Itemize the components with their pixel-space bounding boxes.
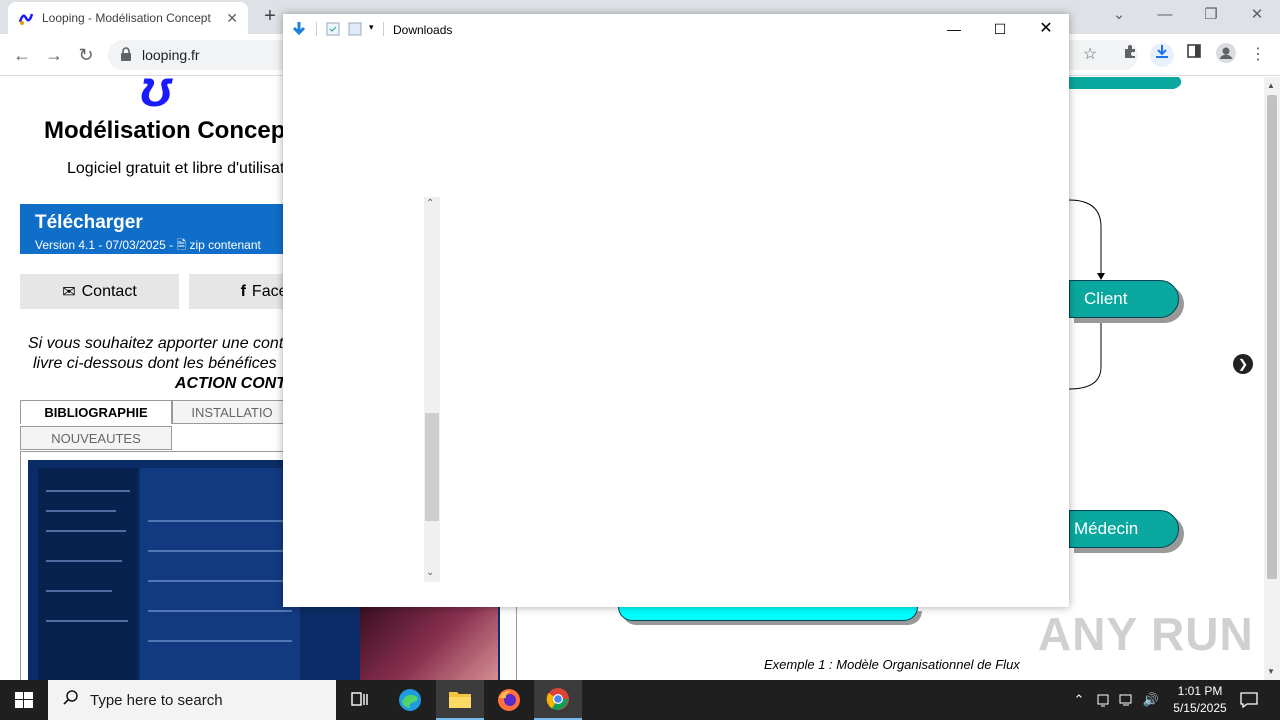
book-front-cover	[360, 607, 498, 680]
book-summary-panel	[38, 468, 138, 680]
reload-icon[interactable]: ↻	[74, 43, 98, 67]
scroll-thumb[interactable]	[1267, 95, 1277, 579]
downloads-arrow-icon	[291, 21, 307, 42]
chrome-icon[interactable]	[534, 680, 582, 720]
new-tab-button[interactable]: +	[258, 4, 282, 28]
edge-browser-icon[interactable]	[386, 680, 434, 720]
explorer-title: Downloads	[393, 23, 453, 37]
book-description-panel	[140, 468, 300, 680]
tab-bibliographie[interactable]: BIBLIOGRAPHIE	[20, 400, 172, 424]
facebook-icon: f	[240, 282, 246, 300]
explorer-scroll-thumb[interactable]	[425, 413, 439, 521]
tab-search-button[interactable]: ⌄	[1096, 0, 1142, 30]
url-text: looping.fr	[142, 47, 200, 63]
taskbar-clock[interactable]: 1:01 PM 5/15/2025	[1160, 683, 1240, 717]
explorer-maximize-button[interactable]: ☐	[977, 14, 1023, 44]
download-version: Version 4.1 - 07/03/2025 -	[35, 238, 174, 252]
carousel-next-icon[interactable]: ❯	[1233, 354, 1253, 374]
page-scrollbar[interactable]: ▲ ▼	[1264, 77, 1280, 680]
tab-close-icon[interactable]: ✕	[226, 10, 238, 27]
browser-minimize-button[interactable]: —	[1142, 0, 1188, 30]
downloads-explorer-window[interactable]: ▾ Downloads — ☐ ✕ ⌃ ⌄	[283, 14, 1069, 607]
looping-favicon-icon	[18, 10, 34, 26]
explorer-scroll-up-icon[interactable]: ⌃	[426, 198, 434, 209]
new-folder-icon[interactable]	[348, 22, 362, 41]
notifications-icon[interactable]	[1234, 680, 1264, 720]
diagram-caption: Exemple 1 : Modèle Organisationnel de Fl…	[764, 657, 1020, 672]
side-panel-icon[interactable]	[1182, 43, 1206, 67]
explorer-scroll-down-icon[interactable]: ⌄	[426, 567, 434, 578]
diagram-node-bottom	[618, 607, 918, 621]
search-icon	[62, 689, 80, 711]
browser-tab-looping[interactable]: Looping - Modélisation Concept ✕	[8, 2, 248, 34]
properties-icon[interactable]	[326, 22, 340, 41]
task-view-icon[interactable]	[336, 680, 384, 720]
diagram-node-client: Client	[1069, 280, 1179, 318]
forward-arrow-icon[interactable]: →	[42, 43, 66, 67]
contact-button[interactable]: ✉ Contact	[20, 274, 179, 309]
profile-avatar-icon[interactable]	[1214, 43, 1238, 67]
taskbar-search-box[interactable]: Type here to search	[48, 680, 336, 720]
tab-nouveautes[interactable]: NOUVEAUTES	[20, 426, 172, 450]
envelope-icon: ✉	[62, 283, 76, 301]
tab-installation[interactable]: INSTALLATIO	[172, 400, 292, 424]
start-button[interactable]	[0, 680, 48, 720]
back-arrow-icon[interactable]: ←	[10, 43, 34, 67]
volume-icon[interactable]: 🔊	[1140, 680, 1162, 720]
show-hidden-icons-icon[interactable]: ⌃	[1068, 680, 1090, 720]
explorer-close-button[interactable]: ✕	[1023, 14, 1069, 44]
search-placeholder: Type here to search	[90, 691, 223, 709]
download-zip-text: zip contenant	[189, 238, 261, 252]
windows-taskbar: Type here to search ⌃ 🔊 1:01 PM 5/15/202…	[0, 680, 1280, 720]
tab-title: Looping - Modélisation Concept	[42, 11, 211, 25]
browser-close-button[interactable]: ✕	[1234, 0, 1280, 30]
contact-label: Contact	[81, 282, 137, 300]
tray-device-icon[interactable]	[1092, 680, 1114, 720]
chrome-menu-icon[interactable]: ⋮	[1246, 43, 1270, 67]
diagram-node-medecin: Médecin	[1069, 510, 1179, 548]
firefox-icon[interactable]	[485, 680, 533, 720]
clock-time: 1:01 PM	[1177, 684, 1223, 698]
clock-date: 5/15/2025	[1173, 701, 1227, 715]
contribution-line-3: ACTION CONT	[174, 375, 286, 392]
lock-icon	[120, 47, 132, 61]
anyrun-watermark: ANY RUN	[1038, 608, 1254, 660]
bookmark-star-icon[interactable]: ☆	[1078, 43, 1102, 67]
quick-access-dropdown-icon[interactable]: ▾	[369, 22, 374, 33]
page-title: Modélisation Concep	[44, 117, 286, 144]
browser-restore-button[interactable]: ❐	[1188, 0, 1234, 30]
network-icon[interactable]	[1116, 680, 1138, 720]
file-zip-icon: 🗎	[176, 238, 187, 252]
download-icon[interactable]	[1150, 43, 1174, 67]
windows-logo-icon	[15, 692, 33, 708]
scroll-up-icon[interactable]: ▲	[1267, 81, 1275, 90]
explorer-titlebar[interactable]: ▾ Downloads — ☐ ✕	[283, 14, 1069, 45]
extensions-icon[interactable]	[1118, 43, 1142, 67]
page-subtitle: Logiciel gratuit et libre d'utilisati	[67, 160, 288, 177]
scroll-down-icon[interactable]: ▼	[1267, 667, 1275, 676]
explorer-minimize-button[interactable]: —	[931, 14, 977, 44]
file-explorer-icon[interactable]	[436, 680, 484, 720]
explorer-nav-scrollbar[interactable]: ⌃ ⌄	[424, 197, 440, 582]
